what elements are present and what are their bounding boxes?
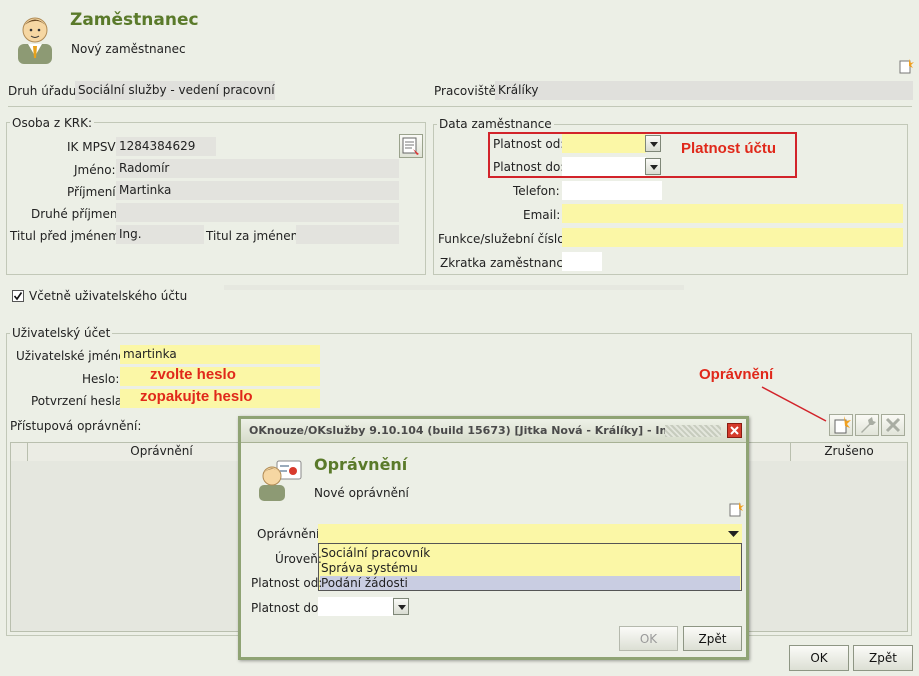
- dialog-dropdown-list: Sociální pracovník Správa systému Podání…: [318, 543, 742, 591]
- zkratka-field[interactable]: [562, 252, 602, 271]
- dialog-back-button[interactable]: Zpět: [683, 626, 742, 651]
- dialog-user-card-icon: [259, 460, 302, 501]
- annotation-arrow: [761, 386, 827, 422]
- druhe-prijmeni-label: Druhé příjmení:: [31, 207, 125, 221]
- ok-button[interactable]: OK: [789, 645, 849, 671]
- dropdown-option[interactable]: Sociální pracovník: [321, 546, 739, 560]
- include-account-label: Včetně uživatelského účtu: [29, 289, 188, 303]
- delete-permission-button[interactable]: [881, 414, 905, 436]
- osoba-group-title: Osoba z KRK:: [10, 116, 95, 130]
- ik-mpsv-field[interactable]: 1284384629: [116, 137, 216, 156]
- potvrzeni-label: Potvrzení hesla:: [31, 394, 127, 408]
- dialog-opravneni-select[interactable]: [318, 524, 742, 543]
- platnost-uctu-annotation: Platnost účtu: [681, 140, 777, 157]
- data-zamestnance-title: Data zaměstnance: [437, 117, 554, 131]
- dialog-titlebar[interactable]: OKnouze/OKslužby 9.10.104 (build 15673) …: [241, 419, 746, 443]
- table-header-selector: [11, 443, 28, 461]
- druhe-prijmeni-field[interactable]: [116, 203, 399, 222]
- druh-uradu-label: Druh úřadu:: [8, 84, 81, 98]
- chevron-down-icon[interactable]: [728, 530, 739, 538]
- add-permission-button[interactable]: [829, 414, 853, 436]
- titul-za-label: Titul za jménem:: [206, 229, 307, 243]
- form-edit-icon: [402, 137, 419, 155]
- back-button[interactable]: Zpět: [853, 645, 913, 671]
- checkmark-icon: [13, 292, 23, 301]
- pracoviste-label: Pracoviště:: [434, 84, 501, 98]
- krk-lookup-button[interactable]: [399, 134, 423, 158]
- dialog-subtitle: Nové oprávnění: [314, 486, 409, 500]
- dropdown-option-highlighted[interactable]: Podání žádosti: [320, 576, 740, 590]
- new-document-icon: [834, 416, 851, 434]
- pracoviste-field[interactable]: Králíky: [495, 81, 913, 100]
- username-label: Uživatelské jméno:: [16, 349, 130, 363]
- email-label: Email:: [523, 208, 561, 222]
- titul-pred-field[interactable]: Ing.: [116, 225, 204, 244]
- dialog-uroven-label: Úroveň:: [275, 552, 322, 566]
- dialog-ok-button[interactable]: OK: [619, 626, 678, 651]
- divider-light: [224, 285, 684, 290]
- dialog-opravneni-label: Oprávnění:: [257, 527, 324, 541]
- dialog-title: Oprávnění: [314, 455, 408, 474]
- close-icon: [730, 426, 739, 435]
- pristupova-label: Přístupová oprávnění:: [10, 419, 142, 433]
- wrench-icon: [861, 417, 876, 433]
- jmeno-label: Jméno:: [74, 163, 116, 177]
- prijmeni-label: Příjmení:: [67, 185, 120, 199]
- edit-permission-button[interactable]: [855, 414, 879, 436]
- telefon-field[interactable]: [562, 181, 662, 200]
- new-record-icon[interactable]: [899, 58, 914, 74]
- divider: [8, 106, 912, 107]
- prijmeni-field[interactable]: Martinka: [116, 181, 399, 200]
- dialog-close-button[interactable]: [727, 423, 742, 438]
- dialog-window-title: OKnouze/OKslužby 9.10.104 (build 15673) …: [249, 424, 707, 437]
- page-title: Zaměstnanec: [70, 10, 199, 30]
- ik-mpsv-label: IK MPSV:: [67, 140, 119, 154]
- dialog-platnost-do-dropdown[interactable]: [393, 598, 409, 615]
- heslo-label: Heslo:: [82, 372, 120, 386]
- dropdown-option[interactable]: Správa systému: [321, 561, 739, 575]
- header: Zaměstnanec Nový zaměstnanec: [0, 0, 919, 76]
- username-field[interactable]: martinka: [120, 345, 320, 364]
- dialog-platnost-do-field[interactable]: [318, 597, 393, 616]
- permission-dialog: OKnouze/OKslužby 9.10.104 (build 15673) …: [238, 416, 749, 660]
- opravneni-annotation: Oprávnění: [699, 366, 774, 383]
- telefon-label: Telefon:: [513, 184, 560, 198]
- employee-avatar-icon: [18, 17, 52, 64]
- dialog-platnost-do-label: Platnost do:: [251, 601, 323, 615]
- delete-icon: [885, 417, 901, 433]
- email-field[interactable]: [562, 204, 903, 223]
- potvrzeni-annotation: zopakujte heslo: [140, 388, 253, 405]
- jmeno-field[interactable]: Radomír: [116, 159, 399, 178]
- include-account-checkbox[interactable]: [12, 290, 24, 302]
- heslo-annotation: zvolte heslo: [150, 366, 236, 383]
- ucet-group-title: Uživatelský účet: [10, 326, 113, 340]
- druh-uradu-field[interactable]: Sociální služby - vedení pracovníka: [75, 81, 275, 100]
- titul-pred-label: Titul před jménem:: [10, 229, 124, 243]
- titul-za-field[interactable]: [296, 225, 399, 244]
- page-subtitle: Nový zaměstnanec: [71, 42, 186, 56]
- zkratka-label: Zkratka zaměstnance:: [440, 256, 575, 270]
- dialog-new-record-icon[interactable]: [729, 501, 744, 517]
- table-header-zruseno[interactable]: Zrušeno: [791, 443, 907, 461]
- funkce-field[interactable]: [562, 228, 903, 247]
- dialog-platnost-od-label: Platnost od:: [251, 576, 323, 590]
- funkce-label: Funkce/služební číslo:: [438, 232, 569, 246]
- dialog-titlebar-grip: [665, 425, 721, 437]
